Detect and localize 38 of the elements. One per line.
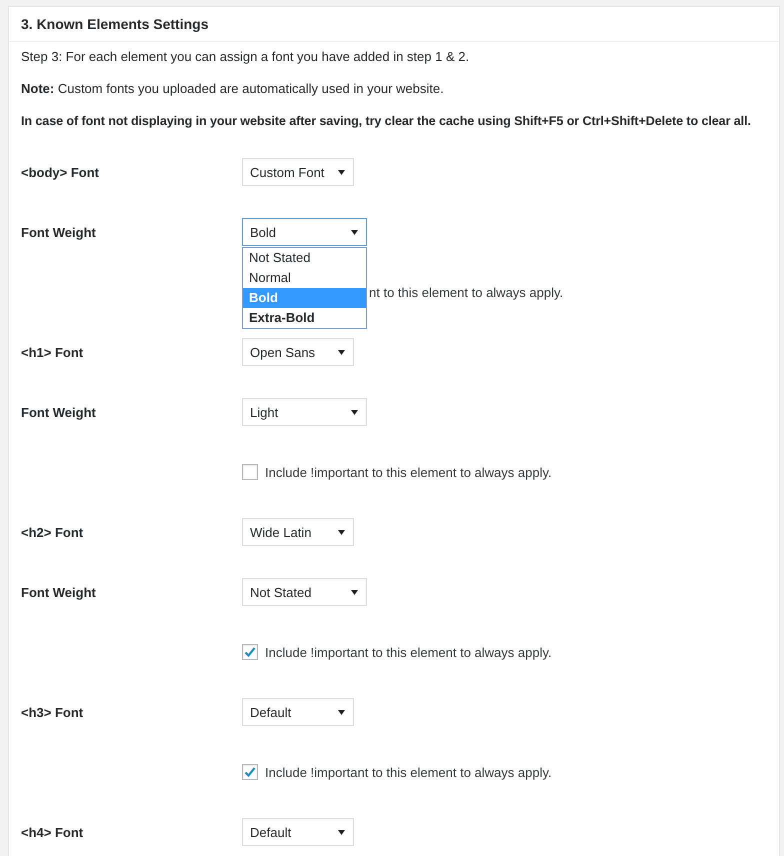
font-select[interactable]: Default xyxy=(242,818,354,846)
field-label: Font Weight xyxy=(21,584,96,600)
font-select[interactable]: Default xyxy=(242,698,354,726)
font-select[interactable]: Not Stated xyxy=(242,578,367,606)
font-select[interactable]: Open Sans xyxy=(242,338,354,366)
info-text: Step 3: For each element you can assign a font you have added in step 1 & 2. xyxy=(21,48,470,66)
caret-icon xyxy=(351,590,358,594)
section-title: 3. Known Elements Settings xyxy=(21,16,208,32)
info-text: Note: Custom fonts you uploaded are automatically used in your website. xyxy=(21,80,445,98)
checkbox[interactable] xyxy=(242,644,258,660)
checkbox[interactable] xyxy=(242,764,258,780)
checkbox-label: Include !important to this element to always apply. xyxy=(265,764,552,780)
field-label: <h3> Font xyxy=(21,704,84,720)
caret-icon xyxy=(338,530,345,534)
font-select[interactable]: Custom Font xyxy=(242,158,354,186)
field-label: <body> Font xyxy=(21,164,99,180)
dropdown-option[interactable]: Not Stated xyxy=(243,248,366,268)
font-select[interactable]: Bold xyxy=(242,218,367,246)
field-label: <h4> Font xyxy=(21,824,84,840)
checkbox-label: nt to this element to always apply. xyxy=(369,284,564,300)
checkbox[interactable] xyxy=(242,464,258,480)
field-label: Font Weight xyxy=(21,404,96,420)
field-label: <h1> Font xyxy=(21,344,84,360)
checkbox-label: Include !important to this element to always apply. xyxy=(265,464,552,480)
font-select[interactable]: Light xyxy=(242,398,367,426)
font-select[interactable]: Wide Latin xyxy=(242,518,354,546)
caret-icon xyxy=(338,830,345,834)
checkbox-label: Include !important to this element to always apply. xyxy=(265,644,552,660)
field-label: Font Weight xyxy=(21,224,96,240)
dropdown-option[interactable]: Normal xyxy=(243,268,366,288)
dropdown-option[interactable]: Extra-Bold xyxy=(243,308,366,328)
caret-icon xyxy=(351,230,358,234)
caret-icon xyxy=(351,410,358,414)
field-label: <h2> Font xyxy=(21,524,84,540)
caret-icon xyxy=(338,710,345,714)
caret-icon xyxy=(338,170,345,174)
info-text: In case of font not displaying in your website after saving, try clear the cache using Shift+F5 or Ctrl+Shift+Delete to clear all. xyxy=(21,113,752,130)
caret-icon xyxy=(338,350,345,354)
